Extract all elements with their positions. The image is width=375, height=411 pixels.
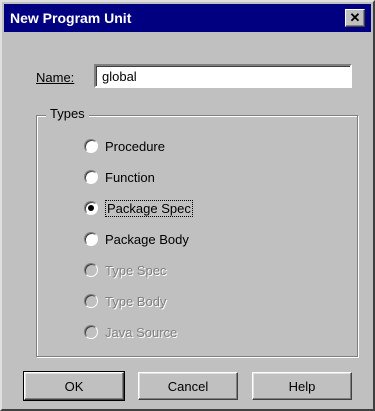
close-icon: ✕ [349, 10, 361, 25]
radio-procedure[interactable]: Procedure [84, 136, 165, 156]
new-program-unit-dialog: New Program Unit ✕ Name: Types Procedure… [0, 0, 375, 411]
radio-type-body: Type Body [84, 291, 166, 311]
radio-button[interactable] [84, 232, 98, 246]
radio-java-source: Java Source [84, 322, 177, 342]
name-label-text: Name: [36, 70, 75, 85]
radio-label-type-body: Type Body [105, 293, 167, 309]
radio-label-procedure: Procedure [105, 138, 165, 154]
radio-label-package-spec: Package Spec [105, 199, 193, 217]
radio-function[interactable]: Function [84, 167, 155, 187]
radio-button-disabled [84, 263, 98, 277]
radio-package-spec[interactable]: Package Spec [84, 198, 193, 218]
radio-button-disabled [84, 294, 98, 308]
types-group-label: Types [46, 106, 89, 121]
radio-label-function: Function [105, 169, 155, 185]
radio-button[interactable] [84, 170, 98, 184]
close-button[interactable]: ✕ [345, 9, 365, 27]
radio-label-java-source: Java Source [105, 324, 178, 340]
radio-label-type-spec: Type Spec [105, 262, 167, 278]
radio-dot-icon [88, 205, 94, 211]
name-label: Name: [36, 70, 74, 85]
help-button[interactable]: Help [252, 372, 352, 400]
title-bar[interactable]: New Program Unit ✕ [4, 4, 371, 32]
radio-label-package-body: Package Body [105, 231, 189, 247]
radio-package-body[interactable]: Package Body [84, 229, 189, 249]
ok-button[interactable]: OK [23, 371, 125, 401]
radio-type-spec: Type Spec [84, 260, 166, 280]
name-input[interactable] [94, 64, 352, 88]
radio-button-disabled [84, 325, 98, 339]
radio-button-selected[interactable] [84, 201, 98, 215]
cancel-button[interactable]: Cancel [138, 372, 238, 400]
radio-button[interactable] [84, 139, 98, 153]
dialog-title: New Program Unit [10, 10, 132, 26]
